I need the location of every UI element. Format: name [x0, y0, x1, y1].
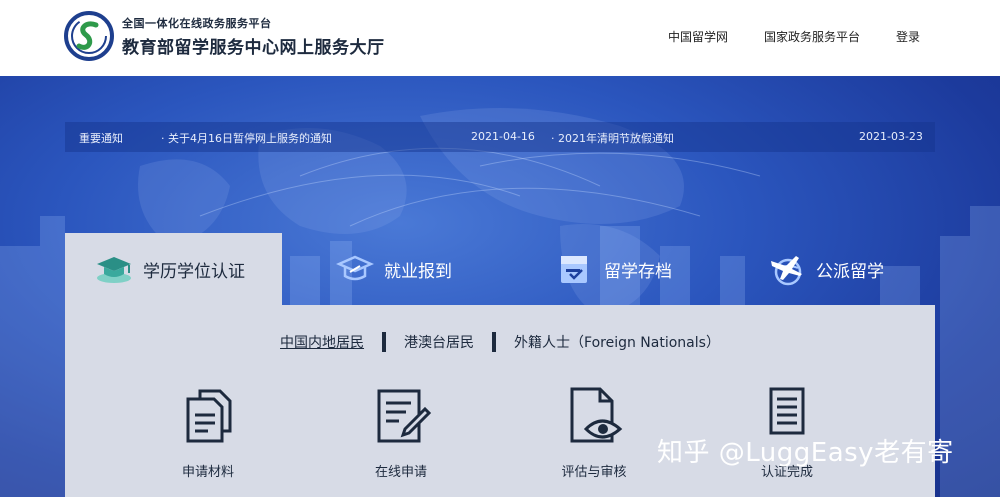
- step-application-materials[interactable]: 申请材料: [148, 385, 268, 480]
- tab-employment-report[interactable]: 就业报到: [336, 233, 452, 305]
- subtab-hk-macao-taiwan[interactable]: 港澳台居民: [404, 332, 474, 352]
- step-online-application[interactable]: 在线申请: [341, 385, 461, 480]
- airplane-globe-icon: [771, 256, 802, 286]
- diploma-cap-icon: [336, 255, 374, 281]
- tab-label: 学历学位认证: [143, 261, 245, 282]
- tab-degree-verification[interactable]: 学历学位认证: [65, 233, 282, 305]
- nav-link-cscse[interactable]: 中国留学网: [668, 28, 728, 45]
- tab-label: 公派留学: [816, 261, 884, 282]
- top-nav: 中国留学网 国家政务服务平台 登录: [668, 28, 920, 45]
- tab-label: 就业报到: [384, 261, 452, 282]
- zhihu-watermark: 知乎 @LuggEasy老有寄: [657, 438, 954, 468]
- site-subtitle: 全国一体化在线政务服务平台: [122, 17, 272, 30]
- edit-form-icon: [377, 389, 431, 443]
- notice-item-date: 2021-03-23: [859, 130, 923, 143]
- subtab-divider: [492, 332, 497, 352]
- archive-folder-icon: [561, 256, 587, 283]
- notice-item-link[interactable]: · 关于4月16日暂停网上服务的通知: [161, 130, 332, 146]
- nav-link-gov-platform[interactable]: 国家政务服务平台: [764, 28, 860, 45]
- step-label: 在线申请: [374, 465, 427, 480]
- tab-label: 留学存档: [604, 261, 672, 282]
- subtab-foreign-nationals[interactable]: 外籍人士（Foreign Nationals）: [514, 332, 720, 352]
- site-title: 教育部留学服务中心网上服务大厅: [122, 38, 385, 58]
- documents-icon: [186, 389, 232, 443]
- tab-study-archive[interactable]: 留学存档: [556, 233, 672, 305]
- notice-bar: 重要通知 · 关于4月16日暂停网上服务的通知 2021-04-16 · 202…: [65, 122, 935, 152]
- step-label: 申请材料: [181, 465, 234, 480]
- graduation-cap-icon: [97, 257, 131, 283]
- notice-label: 重要通知: [79, 132, 123, 145]
- notice-item-date: 2021-04-16: [471, 130, 535, 143]
- residency-subtabs: 中国内地居民 港澳台居民 外籍人士（Foreign Nationals）: [65, 332, 935, 352]
- subtab-mainland-residents[interactable]: 中国内地居民: [280, 332, 364, 352]
- tab-government-study-abroad[interactable]: 公派留学: [768, 233, 884, 305]
- step-evaluation-review[interactable]: 评估与审核: [534, 385, 654, 480]
- notice-item-link[interactable]: · 2021年清明节放假通知: [551, 130, 674, 146]
- logo-icon: [64, 11, 114, 61]
- document-eye-icon: [570, 387, 623, 443]
- header: 全国一体化在线政务服务平台 教育部留学服务中心网上服务大厅 中国留学网 国家政务…: [0, 0, 1000, 76]
- nav-link-login[interactable]: 登录: [896, 28, 920, 45]
- subtab-divider: [382, 332, 387, 352]
- step-label: 评估与审核: [561, 465, 627, 480]
